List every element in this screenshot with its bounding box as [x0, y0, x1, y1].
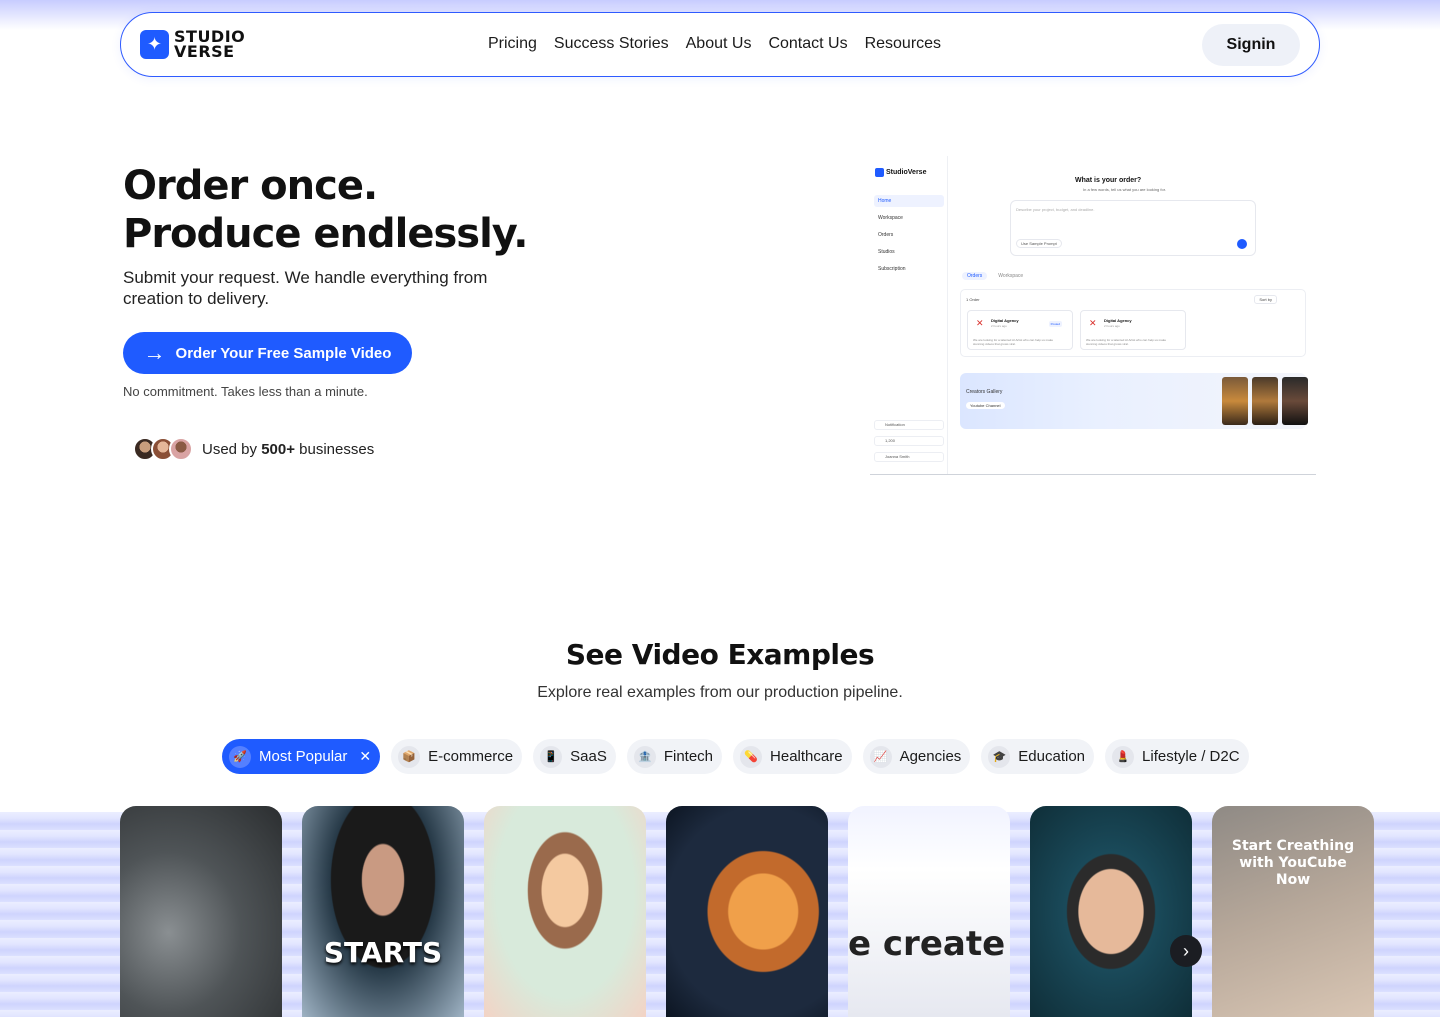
video-card[interactable]: [484, 806, 646, 1017]
dashboard-menu-studios: Studios: [878, 249, 895, 255]
hero-subtitle: Submit your request. We handle everythin…: [123, 268, 488, 308]
cta-label: Order Your Free Sample Video: [175, 344, 392, 362]
rocket-icon: 🚀: [229, 745, 251, 768]
logo-sparkle-icon: ✦: [140, 29, 169, 59]
video-card[interactable]: [1030, 806, 1192, 1017]
dashboard-tabs: Orders Workspace: [962, 272, 1028, 280]
dashboard-sidebar: StudioVerse Home Workspace Orders Studio…: [870, 156, 948, 474]
dashboard-tab-orders: Orders: [962, 272, 988, 280]
navbar: ✦ STUDIO VERSE Pricing Success Stories A…: [120, 12, 1320, 77]
logo-text: STUDIO VERSE: [174, 27, 246, 61]
dashboard-question-sub: In a few words, tell us what you are loo…: [1083, 187, 1166, 192]
chip-saas[interactable]: 📱 SaaS: [533, 739, 616, 774]
send-icon: [1237, 239, 1247, 249]
sample-prompt-chip: Use Sample Prompt: [1016, 239, 1062, 248]
dashboard-notification: Notification: [874, 420, 944, 430]
close-icon[interactable]: ✕: [359, 748, 371, 765]
cta-note: No commitment. Takes less than a minute.: [123, 384, 368, 399]
used-by-text: Used by 500+ businesses: [202, 441, 375, 458]
category-filter: 🚀 Most Popular ✕ 📦 E-commerce 📱 SaaS 🏦 F…: [222, 739, 1249, 774]
dashboard-orders-panel: 1 Order Sort by ✕ Digital Agency 2 hours…: [960, 289, 1306, 357]
video-caption: STARTS: [323, 936, 443, 969]
nav-link-resources[interactable]: Resources: [865, 35, 941, 53]
video-card[interactable]: [120, 806, 282, 1017]
hero-title-second-line: Produce endlessly.: [123, 211, 528, 257]
gallery-thumbnail: [1222, 377, 1248, 425]
gallery-thumbnail: [1252, 377, 1278, 425]
customer-avatars: [133, 437, 193, 461]
phone-icon: 📱: [540, 745, 563, 768]
x-logo-icon: ✕: [976, 318, 984, 328]
arrow-right-icon: →: [143, 340, 166, 365]
nav-link-about-us[interactable]: About Us: [686, 35, 752, 53]
order-sample-video-button[interactable]: → Order Your Free Sample Video: [123, 332, 412, 374]
dashboard-menu-subscription: Subscription: [878, 266, 906, 272]
nav-link-pricing[interactable]: Pricing: [488, 35, 537, 53]
dashboard-menu-workspace: Workspace: [878, 215, 903, 221]
video-caption: e create b: [848, 924, 1010, 964]
examples-title: See Video Examples: [565, 638, 875, 671]
video-caption: Start Creathing with YouCube Now: [1231, 838, 1355, 888]
dashboard-menu-home: Home: [874, 195, 944, 207]
nav-links: Pricing Success Stories About Us Contact…: [488, 35, 941, 53]
bank-icon: 🏦: [633, 745, 656, 768]
dashboard-user: Joanna Smith: [874, 452, 944, 462]
dashboard-preview: StudioVerse Home Workspace Orders Studio…: [870, 156, 1316, 475]
video-carousel: STARTS e create b Start Creathing with Y…: [120, 806, 1374, 1017]
dashboard-tab-workspace: Workspace: [998, 273, 1024, 279]
lipstick-icon: 💄: [1112, 745, 1135, 768]
pill-icon: 💊: [740, 745, 763, 768]
chip-fintech[interactable]: 🏦 Fintech: [626, 739, 723, 774]
x-logo-icon: ✕: [1089, 318, 1097, 328]
chip-education[interactable]: 🎓 Education: [981, 739, 1095, 774]
chip-lifestyle-d2c[interactable]: 💄 Lifestyle / D2C: [1105, 739, 1249, 774]
logo[interactable]: ✦ STUDIO VERSE: [140, 27, 246, 61]
hero-title: Order once.: [123, 163, 378, 209]
sort-by-button: Sort by: [1254, 295, 1277, 304]
avatar: [169, 437, 193, 461]
carousel-next-button[interactable]: ›: [1170, 935, 1202, 967]
chip-agencies[interactable]: 📈 Agencies: [862, 739, 971, 774]
chart-icon: 📈: [869, 745, 892, 768]
nav-link-contact-us[interactable]: Contact Us: [768, 35, 847, 53]
chip-e-commerce[interactable]: 📦 E-commerce: [391, 739, 523, 774]
graduation-cap-icon: 🎓: [988, 745, 1011, 768]
package-icon: 📦: [398, 745, 421, 768]
chevron-right-icon: ›: [1183, 940, 1189, 961]
dashboard-order-card: ✕ Digital Agency 2 hours ago Posted We a…: [967, 310, 1073, 350]
chip-most-popular[interactable]: 🚀 Most Popular ✕: [222, 739, 381, 774]
gallery-thumbnail: [1282, 377, 1308, 425]
logo-square-icon: [875, 168, 884, 177]
dashboard-order-input: Describe your project, budget, and deadl…: [1010, 200, 1256, 256]
video-card[interactable]: Start Creathing with YouCube Now: [1212, 806, 1374, 1017]
video-card[interactable]: e create b: [848, 806, 1010, 1017]
chip-healthcare[interactable]: 💊 Healthcare: [733, 739, 852, 774]
dashboard-question: What is your order?: [1075, 177, 1142, 184]
posted-badge: Posted: [1048, 321, 1062, 327]
nav-link-success-stories[interactable]: Success Stories: [554, 35, 669, 53]
dashboard-logo: StudioVerse: [875, 168, 926, 177]
dashboard-credits: 1,200: [874, 436, 944, 446]
dashboard-menu-orders: Orders: [878, 232, 894, 238]
youtube-channel-button: Youtube Channel: [966, 402, 1005, 409]
dashboard-order-card: ✕ Digital Agency 2 hours ago We are look…: [1080, 310, 1186, 350]
signin-button[interactable]: Signin: [1202, 24, 1300, 66]
creators-gallery: Creators Gallery Youtube Channel: [960, 373, 1308, 429]
video-card[interactable]: [666, 806, 828, 1017]
video-card[interactable]: STARTS: [302, 806, 464, 1017]
examples-subtitle: Explore real examples from our productio…: [537, 684, 903, 701]
